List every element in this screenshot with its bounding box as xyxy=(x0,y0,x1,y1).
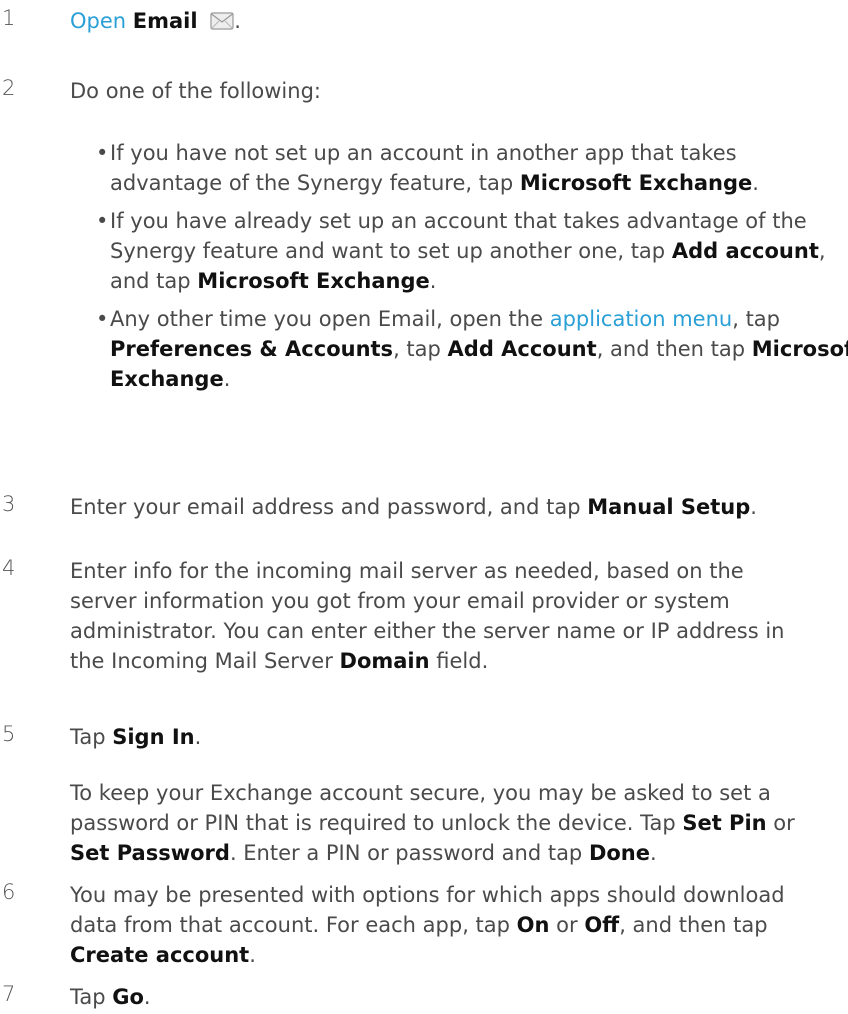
bullet-dot-icon: • xyxy=(96,209,109,233)
option-list: • If you have not set up an account in a… xyxy=(96,138,848,394)
bullet-dot-icon: • xyxy=(96,141,109,165)
bullet-dot-icon: • xyxy=(96,307,109,331)
step-number: 7 xyxy=(2,982,16,1006)
envelope-icon xyxy=(210,8,234,38)
application-menu-link[interactable]: application menu xyxy=(550,307,733,331)
step-number: 4 xyxy=(2,556,16,580)
step-number: 1 xyxy=(2,6,16,30)
list-item: • Any other time you open Email, open th… xyxy=(96,304,848,394)
step-intro: Do one of the following: xyxy=(70,79,321,103)
list-item: • If you have not set up an account in a… xyxy=(96,138,836,198)
step-number: 5 xyxy=(2,722,16,746)
list-item: • If you have already set up an account … xyxy=(96,206,836,296)
instructions-page: 1 Open Email . 2 Do one of the following… xyxy=(2,6,848,1009)
step-body: Open Email . xyxy=(70,6,830,38)
step-number: 6 xyxy=(2,880,16,904)
open-link[interactable]: Open xyxy=(70,9,126,33)
step-number: 3 xyxy=(2,492,16,516)
step-number: 2 xyxy=(2,76,16,100)
app-name: Email xyxy=(132,9,198,33)
